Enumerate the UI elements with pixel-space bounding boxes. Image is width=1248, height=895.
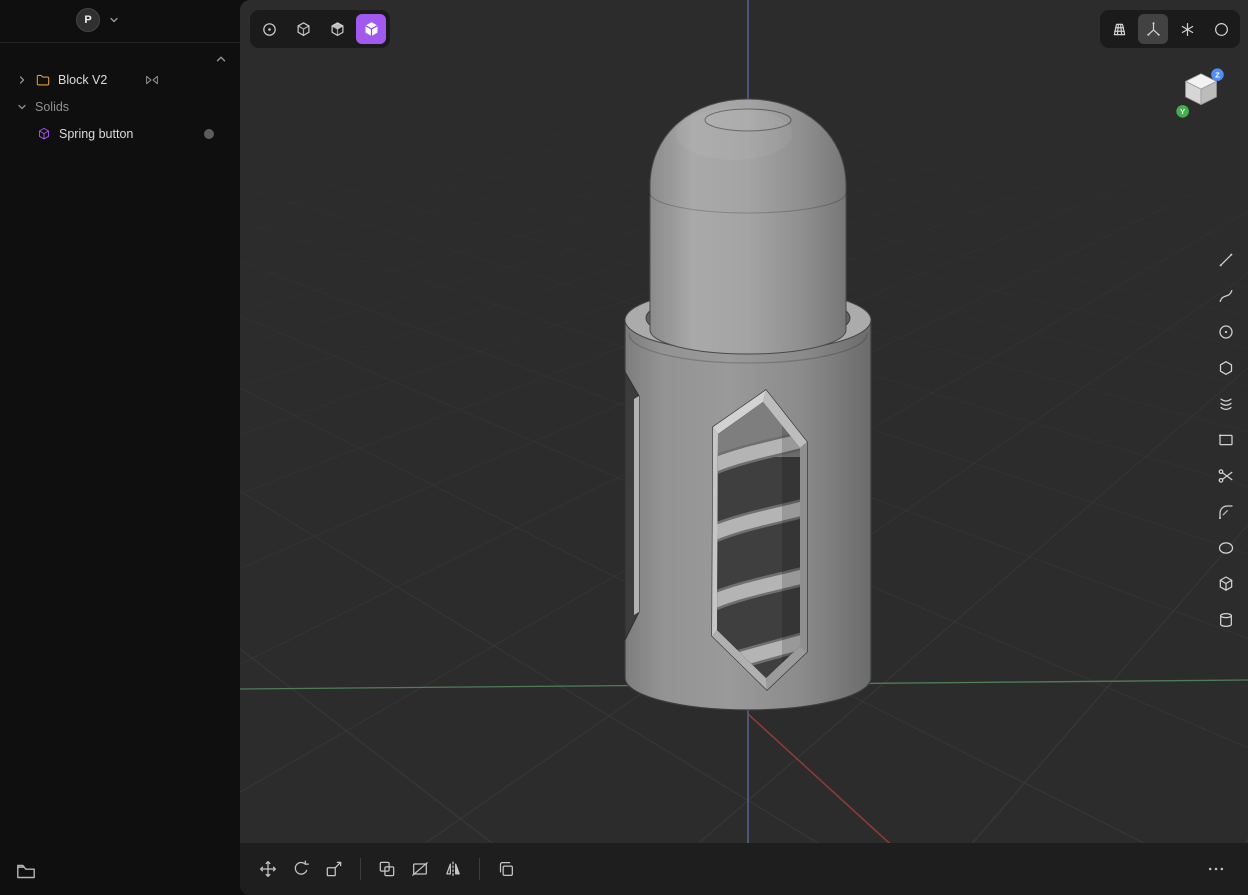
trim-tool-icon <box>1216 466 1236 486</box>
orbit-toggle-icon <box>1212 20 1231 39</box>
ellipse-tool-icon <box>1216 538 1236 558</box>
snap-axes-toggle-icon <box>1144 20 1163 39</box>
collapse-outliner-button[interactable] <box>214 52 228 66</box>
bottom-toolbar <box>240 843 1248 895</box>
cylinder-tool-button[interactable] <box>1210 604 1242 636</box>
rectangle-tool-button[interactable] <box>1210 424 1242 456</box>
model-side-slot-face <box>634 396 639 615</box>
chevron-down-icon[interactable] <box>16 101 28 113</box>
nav-cube[interactable]: Z Y <box>1172 64 1230 122</box>
fillet-tool-icon <box>1216 502 1236 522</box>
snap-axes-toggle-button[interactable] <box>1138 14 1168 44</box>
polygon-tool-button[interactable] <box>1210 352 1242 384</box>
ellipse-tool-button[interactable] <box>1210 532 1242 564</box>
chevron-right-icon[interactable] <box>16 74 28 86</box>
cut-tool-button[interactable] <box>404 853 436 885</box>
fillet-tool-button[interactable] <box>1210 496 1242 528</box>
user-avatar[interactable]: P <box>76 8 100 32</box>
solid-item-label: Spring button <box>59 127 133 141</box>
more-menu-button[interactable] <box>1200 853 1232 885</box>
render-mode-shaded-button[interactable] <box>322 14 352 44</box>
view-tools-toolbar <box>1100 10 1240 48</box>
move-tool-icon <box>258 859 278 879</box>
chevron-down-icon <box>108 14 120 26</box>
tree-item-spring-button[interactable]: Spring button <box>0 120 240 147</box>
duplicate-tool-button[interactable] <box>490 853 522 885</box>
curve-tool-button[interactable] <box>1210 280 1242 312</box>
toolbar-separator <box>479 858 480 880</box>
mirror-tool-button[interactable] <box>437 853 469 885</box>
user-initial: P <box>84 14 91 26</box>
sidebar-divider <box>0 42 240 43</box>
box-tool-icon <box>1216 574 1236 594</box>
render-mode-xray-icon <box>260 20 279 39</box>
nav-axis-z-label: Z <box>1215 70 1220 79</box>
spiral-tool-button[interactable] <box>1210 388 1242 420</box>
circle-tool-button[interactable] <box>1210 316 1242 348</box>
outliner-tree: Block V2 Solids Spring button <box>0 66 240 147</box>
render-mode-wireframe-icon <box>294 20 313 39</box>
cut-tool-icon <box>410 859 430 879</box>
mirror-modifier-icon[interactable] <box>144 72 160 88</box>
curve-tool-icon <box>1216 286 1236 306</box>
circle-tool-icon <box>1216 322 1236 342</box>
outliner-toggle-button[interactable] <box>14 859 38 883</box>
render-mode-rendered-icon <box>362 20 381 39</box>
render-modes-toolbar <box>250 10 390 48</box>
window-face-right <box>800 442 807 652</box>
bottom-tool-groups <box>252 853 522 885</box>
sidebar: P Block V2 <box>0 0 240 895</box>
cylinder-tool-icon <box>1216 610 1236 630</box>
move-tool-button[interactable] <box>252 853 284 885</box>
line-tool-icon <box>1216 250 1236 270</box>
trim-tool-button[interactable] <box>1210 460 1242 492</box>
rotate-tool-button[interactable] <box>285 853 317 885</box>
visibility-dot[interactable] <box>204 129 214 139</box>
user-menu[interactable]: P <box>0 6 120 34</box>
grid-display-toggle-button[interactable] <box>1104 14 1134 44</box>
line-tool-button[interactable] <box>1210 244 1242 276</box>
model-cap-highlight <box>676 108 792 160</box>
spiral-tool-icon <box>1216 394 1236 414</box>
nav-cube-body[interactable] <box>1186 74 1217 105</box>
snap-points-toggle-button[interactable] <box>1172 14 1202 44</box>
snap-points-toggle-icon <box>1178 20 1197 39</box>
render-mode-xray-button[interactable] <box>254 14 284 44</box>
more-menu-icon <box>1206 859 1226 879</box>
rectangle-tool-icon <box>1216 430 1236 450</box>
tree-item-project[interactable]: Block V2 <box>0 66 240 93</box>
tree-group-solids[interactable]: Solids <box>0 93 240 120</box>
rotate-tool-icon <box>291 859 311 879</box>
duplicate-tool-icon <box>496 859 516 879</box>
solids-group-label: Solids <box>35 100 69 114</box>
render-mode-rendered-button[interactable] <box>356 14 386 44</box>
grid-display-toggle-icon <box>1110 20 1129 39</box>
box-tool-button[interactable] <box>1210 568 1242 600</box>
folder-icon <box>35 72 51 88</box>
orbit-toggle-button[interactable] <box>1206 14 1236 44</box>
boolean-tool-button[interactable] <box>371 853 403 885</box>
polygon-tool-icon <box>1216 358 1236 378</box>
spring-button-model[interactable] <box>625 99 871 710</box>
more-menu-slot <box>1200 853 1232 885</box>
project-label: Block V2 <box>58 73 107 87</box>
scale-tool-icon <box>324 859 344 879</box>
toolbar-separator <box>360 858 361 880</box>
sketch-tools-palette <box>1210 244 1242 636</box>
window-face-left <box>712 427 718 636</box>
render-mode-wireframe-button[interactable] <box>288 14 318 44</box>
solid-cube-icon <box>36 126 52 142</box>
mirror-tool-icon <box>443 859 463 879</box>
boolean-tool-icon <box>377 859 397 879</box>
scene-canvas[interactable] <box>240 0 1248 895</box>
nav-axis-y-label: Y <box>1180 107 1186 116</box>
scale-tool-button[interactable] <box>318 853 350 885</box>
viewport-3d[interactable]: Z Y <box>240 0 1248 895</box>
render-mode-shaded-icon <box>328 20 347 39</box>
